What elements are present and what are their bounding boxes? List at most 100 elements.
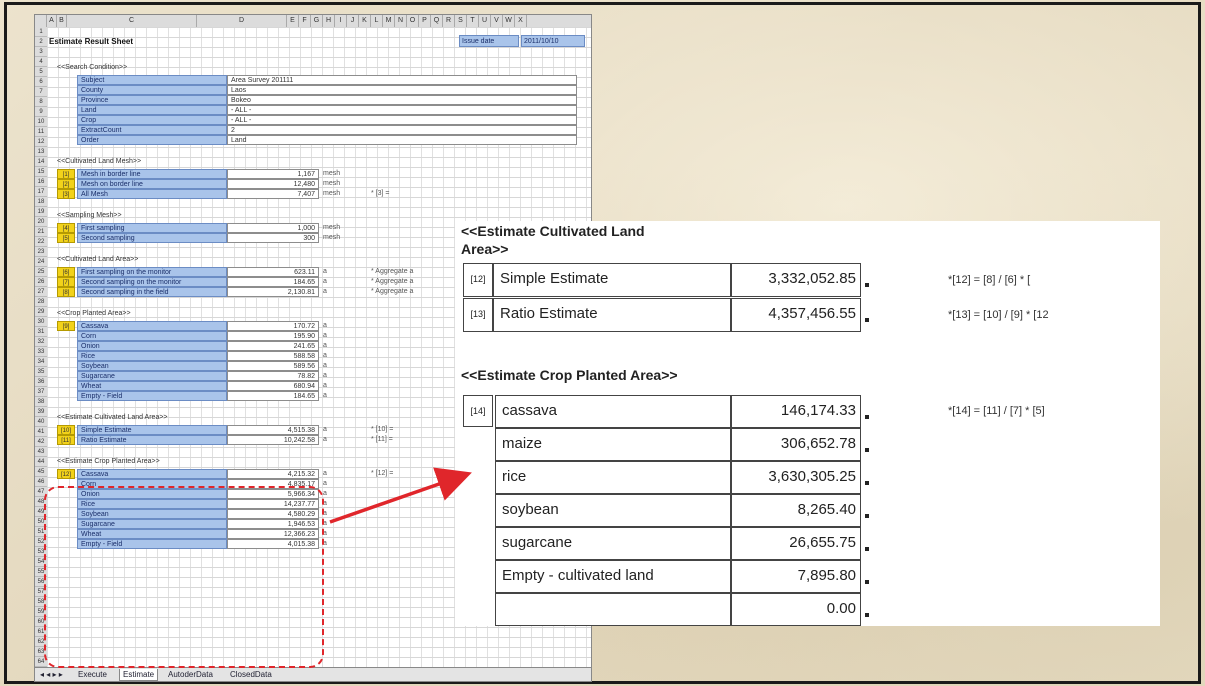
row-value[interactable]: 10,242.58: [227, 435, 319, 445]
column-header[interactable]: H: [323, 15, 335, 27]
row-header[interactable]: 22: [35, 237, 47, 247]
column-header[interactable]: J: [347, 15, 359, 27]
row-value[interactable]: 241.65: [227, 341, 319, 351]
tab-estimate[interactable]: Estimate: [119, 669, 159, 681]
row-header[interactable]: 44: [35, 457, 47, 467]
row-header[interactable]: 14: [35, 157, 47, 167]
column-header[interactable]: F: [299, 15, 311, 27]
column-header[interactable]: P: [419, 15, 431, 27]
row-header[interactable]: 46: [35, 477, 47, 487]
row-header[interactable]: 19: [35, 207, 47, 217]
row-value[interactable]: 7,407: [227, 189, 319, 199]
zoom-crop-value[interactable]: 26,655.75: [731, 527, 861, 560]
row-header[interactable]: 34: [35, 357, 47, 367]
row-header[interactable]: 30: [35, 317, 47, 327]
tab-autoderdata[interactable]: AutoderData: [165, 669, 216, 680]
row-header[interactable]: 29: [35, 307, 47, 317]
row-value[interactable]: 300: [227, 233, 319, 243]
tab-nav-arrows[interactable]: ◂ ◂ ▸ ▸: [37, 669, 66, 680]
zoom-crop-value[interactable]: 8,265.40: [731, 494, 861, 527]
column-header[interactable]: D: [197, 15, 287, 27]
zoom-crop-value[interactable]: 0.00: [731, 593, 861, 626]
field-value[interactable]: Laos: [227, 85, 577, 95]
column-header[interactable]: A: [47, 15, 57, 27]
zoom-crop-value[interactable]: 306,652.78: [731, 428, 861, 461]
row-header[interactable]: 43: [35, 447, 47, 457]
row-header[interactable]: 38: [35, 397, 47, 407]
row-header[interactable]: 18: [35, 197, 47, 207]
row-header[interactable]: 25: [35, 267, 47, 277]
row-header[interactable]: 36: [35, 377, 47, 387]
row-header[interactable]: 35: [35, 367, 47, 377]
column-header[interactable]: S: [455, 15, 467, 27]
row-header[interactable]: 37: [35, 387, 47, 397]
row-header[interactable]: 33: [35, 347, 47, 357]
row-value[interactable]: 184.65: [227, 391, 319, 401]
column-header[interactable]: E: [287, 15, 299, 27]
zoom-crop-value[interactable]: 3,630,305.25: [731, 461, 861, 494]
row-header[interactable]: 12: [35, 137, 47, 147]
column-header[interactable]: [35, 15, 47, 27]
row-value[interactable]: 589.56: [227, 361, 319, 371]
row-header[interactable]: 9: [35, 107, 47, 117]
column-header[interactable]: U: [479, 15, 491, 27]
row-value[interactable]: 2,130.81: [227, 287, 319, 297]
row-value[interactable]: 680.94: [227, 381, 319, 391]
row-value[interactable]: 12,480: [227, 179, 319, 189]
zoom-crop-value[interactable]: 146,174.33: [731, 395, 861, 428]
row-header[interactable]: 13: [35, 147, 47, 157]
row-header[interactable]: 26: [35, 277, 47, 287]
row-value[interactable]: 195.90: [227, 331, 319, 341]
field-value[interactable]: Area Survey 201111: [227, 75, 577, 85]
row-header[interactable]: 31: [35, 327, 47, 337]
column-header[interactable]: B: [57, 15, 67, 27]
row-header[interactable]: 27: [35, 287, 47, 297]
tab-execute[interactable]: Execute: [75, 669, 110, 680]
column-header[interactable]: M: [383, 15, 395, 27]
column-header[interactable]: O: [407, 15, 419, 27]
row-header[interactable]: 42: [35, 437, 47, 447]
row-header[interactable]: 32: [35, 337, 47, 347]
column-header[interactable]: R: [443, 15, 455, 27]
row-header[interactable]: 23: [35, 247, 47, 257]
row-header[interactable]: 8: [35, 97, 47, 107]
column-header[interactable]: G: [311, 15, 323, 27]
row-value[interactable]: 623.11: [227, 267, 319, 277]
column-header[interactable]: W: [503, 15, 515, 27]
row-header[interactable]: 39: [35, 407, 47, 417]
row-header[interactable]: 3: [35, 47, 47, 57]
row-value[interactable]: 1,000: [227, 223, 319, 233]
column-header[interactable]: I: [335, 15, 347, 27]
tab-closeddata[interactable]: ClosedData: [227, 669, 275, 680]
row-header[interactable]: 1: [35, 27, 47, 37]
row-header[interactable]: 21: [35, 227, 47, 237]
column-header[interactable]: Q: [431, 15, 443, 27]
field-value[interactable]: Bokeo: [227, 95, 577, 105]
column-header[interactable]: V: [491, 15, 503, 27]
field-value[interactable]: - ALL -: [227, 105, 577, 115]
field-value[interactable]: Land: [227, 135, 577, 145]
row-header[interactable]: 17: [35, 187, 47, 197]
row-header[interactable]: 20: [35, 217, 47, 227]
row-value[interactable]: 170.72: [227, 321, 319, 331]
row-header[interactable]: 10: [35, 117, 47, 127]
row-value[interactable]: 4,515.38: [227, 425, 319, 435]
zoom-row-value[interactable]: 3,332,052.85: [731, 263, 861, 297]
column-header[interactable]: C: [67, 15, 197, 27]
column-header[interactable]: N: [395, 15, 407, 27]
zoom-crop-value[interactable]: 7,895.80: [731, 560, 861, 593]
row-header[interactable]: 15: [35, 167, 47, 177]
zoom-row-value[interactable]: 4,357,456.55: [731, 298, 861, 332]
column-header[interactable]: X: [515, 15, 527, 27]
issue-date-value[interactable]: 2011/10/10: [521, 35, 585, 47]
row-value[interactable]: 78.82: [227, 371, 319, 381]
column-header[interactable]: T: [467, 15, 479, 27]
row-value[interactable]: 1,167: [227, 169, 319, 179]
row-header[interactable]: 6: [35, 77, 47, 87]
row-header[interactable]: 5: [35, 67, 47, 77]
row-header[interactable]: 41: [35, 427, 47, 437]
row-value[interactable]: 184.65: [227, 277, 319, 287]
row-header[interactable]: 45: [35, 467, 47, 477]
row-header[interactable]: 2: [35, 37, 47, 47]
column-header[interactable]: K: [359, 15, 371, 27]
